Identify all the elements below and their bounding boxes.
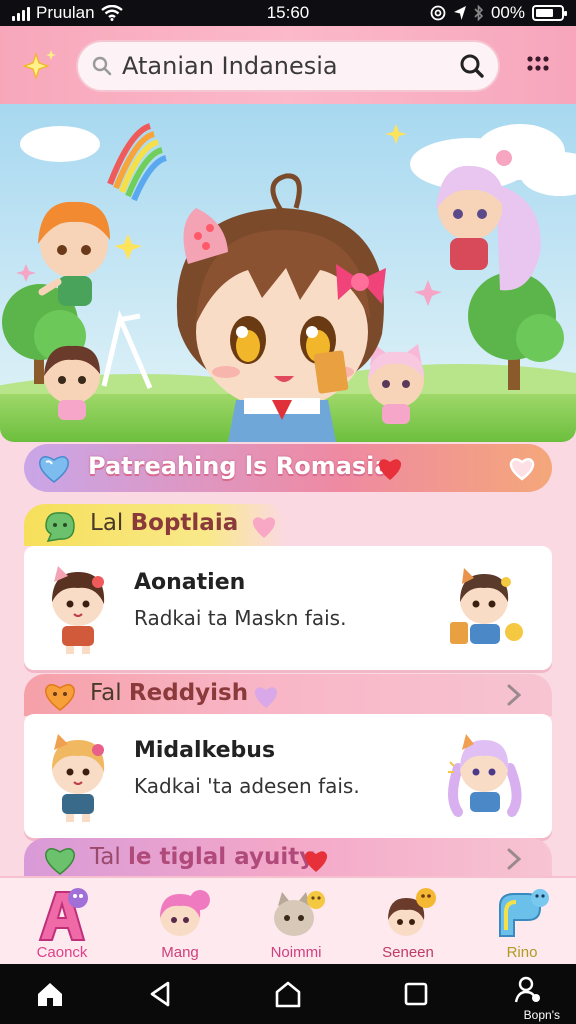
avatar xyxy=(450,568,523,644)
card-2-subtitle: Kadkai 'ta adesen fais. xyxy=(134,774,360,798)
battery-percent: 00% xyxy=(490,3,525,22)
section-tab-1-prefix: Lal xyxy=(90,510,124,536)
featured-header[interactable]: Patreahing ls Romasia xyxy=(24,444,552,492)
search-input[interactable] xyxy=(122,50,442,82)
list-card-1[interactable]: Aonatien Radkai ta Maskn fais. xyxy=(24,546,552,670)
profile-icon[interactable] xyxy=(512,974,544,1006)
tab-rino[interactable]: Rino xyxy=(472,882,572,964)
chibi-pink-icon xyxy=(160,890,210,936)
letter-a-icon xyxy=(38,888,88,941)
app-header xyxy=(0,26,576,104)
hero-banner[interactable] xyxy=(0,104,576,442)
featured-label: Patreahing ls Romasia xyxy=(88,452,391,480)
tab-mang[interactable]: Mang xyxy=(130,882,230,964)
tab-label: Rino xyxy=(506,944,538,961)
heart-icon xyxy=(254,687,278,708)
section-tab-1-name: Boptlaia xyxy=(130,510,239,536)
location-arrow-icon xyxy=(453,6,466,20)
at-icon xyxy=(430,5,446,21)
profile-label: Bopn's xyxy=(523,1008,560,1022)
tab-label: Caonck xyxy=(36,944,88,961)
section-tab-2-prefix: Fal xyxy=(90,680,122,706)
card-1-title: Aonatien xyxy=(134,570,246,595)
status-bar: Pruulan 15:60 00% xyxy=(0,0,576,26)
tab-label: Mang xyxy=(161,944,199,961)
list-card-2[interactable]: Midalkebus Kadkai 'ta adesen fais. xyxy=(24,714,552,838)
bluetooth-icon xyxy=(474,5,484,21)
section-tab-2-name: Reddyish xyxy=(128,680,249,706)
avatar xyxy=(52,566,105,654)
heart-icon xyxy=(45,848,75,875)
system-nav-bar: Bopn's xyxy=(0,964,576,1024)
blob-icon xyxy=(45,512,75,542)
chibi-brown-icon xyxy=(388,888,436,936)
battery-level xyxy=(536,9,553,17)
section-tab-1[interactable]: Lal Boptlaia xyxy=(24,504,286,546)
heart-icon xyxy=(252,517,276,538)
sparkle-icon[interactable] xyxy=(20,46,60,86)
card-1-subtitle: Radkai ta Maskn fais. xyxy=(134,606,347,630)
more-dots-icon[interactable] xyxy=(526,54,550,78)
hero-illustration xyxy=(0,104,576,442)
battery-icon xyxy=(532,5,567,21)
avatar xyxy=(448,734,522,817)
heart-outline-icon[interactable] xyxy=(508,456,536,482)
section-tab-3-name: le tiglal ayuity xyxy=(128,844,315,870)
search-icon xyxy=(92,56,112,76)
avatar xyxy=(52,734,105,822)
section-tab-2[interactable]: Fal Reddyish xyxy=(24,674,552,716)
heart-icon xyxy=(45,684,75,711)
tab-noimmi[interactable]: Noimmi xyxy=(246,882,346,964)
chevron-right-icon[interactable] xyxy=(504,847,524,871)
tab-label: Noimmi xyxy=(270,944,322,961)
search-bar[interactable] xyxy=(76,40,500,92)
section-tab-1-text: Lal Boptlaia xyxy=(90,510,238,536)
chibi-cat-icon xyxy=(274,891,325,936)
heart-gem-icon xyxy=(39,456,69,483)
tab-label: Seneen xyxy=(382,944,434,961)
chevron-right-icon[interactable] xyxy=(504,683,524,707)
section-tab-2-text: Fal Reddyish xyxy=(90,680,248,706)
section-tab-3[interactable]: Tal le tiglal ayuity xyxy=(24,838,552,880)
heart-icon xyxy=(378,459,402,480)
card-2-title: Midalkebus xyxy=(134,738,276,763)
section-tab-3-prefix: Tal xyxy=(90,844,121,870)
heart-icon xyxy=(304,851,328,872)
tab-caonck[interactable]: Caonck xyxy=(12,882,112,964)
recents-icon[interactable] xyxy=(400,978,432,1010)
rainbow-letter-icon xyxy=(499,889,549,937)
back-icon[interactable] xyxy=(144,978,176,1010)
home-icon[interactable] xyxy=(34,978,66,1010)
bottom-tab-bar: Caonck Mang Noimmi Seneen Rino xyxy=(0,876,576,964)
circle-home-icon[interactable] xyxy=(272,978,304,1010)
tab-seneen[interactable]: Seneen xyxy=(358,882,458,964)
search-submit-icon[interactable] xyxy=(458,52,486,80)
status-right: 00% xyxy=(430,3,567,23)
section-tab-3-text: Tal le tiglal ayuity xyxy=(90,844,314,870)
